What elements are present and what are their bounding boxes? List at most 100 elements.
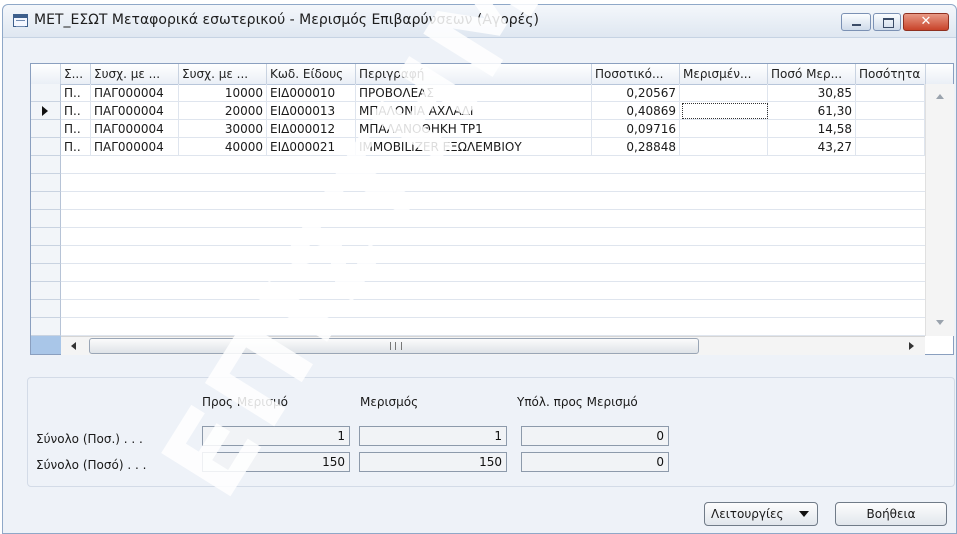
row-selector[interactable]	[31, 174, 61, 192]
type-cell[interactable]: Π..	[61, 84, 91, 102]
allocated-amount-cell[interactable]: 14,58	[768, 120, 856, 138]
row-selector[interactable]	[31, 300, 61, 318]
total-quantity-remaining: 0	[521, 426, 669, 446]
table-row[interactable]: Π.. ΠΑΓ000004 30000 ΕΙΔ000012 ΜΠΑΛΑΝΟΘΗΚ…	[61, 120, 925, 138]
column-header[interactable]: Κωδ. Είδους	[267, 64, 356, 84]
row-selector-column	[31, 84, 61, 336]
row-selector[interactable]	[31, 120, 61, 138]
scroll-up-icon[interactable]	[936, 94, 944, 99]
allocation-window: ΜΕΤ_ΕΣΩΤ Μεταφορικά εσωτερικού - Μερισμό…	[2, 4, 957, 534]
quantity-ratio-cell[interactable]: 0,20567	[592, 84, 680, 102]
form-icon	[13, 14, 28, 27]
line-no-cell[interactable]: 40000	[179, 138, 267, 156]
focused-cell-outline	[682, 103, 768, 119]
document-no-cell[interactable]: ΠΑΓ000004	[91, 102, 179, 120]
row-selector[interactable]	[31, 264, 61, 282]
allocated-amount-cell[interactable]: 43,27	[768, 138, 856, 156]
total-quantity-to-allocate: 1	[202, 426, 350, 446]
description-cell[interactable]: ΜΠΑΛΑΝΟΘΗΚΗ ΤΡ1	[356, 120, 592, 138]
empty-row[interactable]	[61, 318, 925, 336]
title-bar[interactable]: ΜΕΤ_ΕΣΩΤ Μεταφορικά εσωτερικού - Μερισμό…	[3, 5, 956, 38]
scroll-down-icon[interactable]	[936, 320, 944, 325]
empty-row[interactable]	[61, 282, 925, 300]
item-code-cell[interactable]: ΕΙΔ000010	[267, 84, 356, 102]
line-no-cell[interactable]: 10000	[179, 84, 267, 102]
item-code-cell[interactable]: ΕΙΔ000012	[267, 120, 356, 138]
horizontal-scrollbar[interactable]	[61, 336, 925, 355]
total-amount-allocated: 150	[359, 452, 507, 472]
quantity-ratio-cell[interactable]: 0,28848	[592, 138, 680, 156]
column-header[interactable]: Ποσοτικό...	[592, 64, 680, 84]
row-selector[interactable]	[31, 84, 61, 102]
window-title: ΜΕΤ_ΕΣΩΤ Μεταφορικά εσωτερικού - Μερισμό…	[34, 12, 539, 28]
type-cell[interactable]: Π..	[61, 138, 91, 156]
close-button[interactable]: ✕	[903, 13, 949, 31]
document-no-cell[interactable]: ΠΑΓ000004	[91, 138, 179, 156]
empty-row[interactable]	[61, 192, 925, 210]
quantity-cell[interactable]	[856, 120, 925, 138]
row-selector[interactable]	[31, 102, 61, 120]
column-header[interactable]: Συσχ. με ...	[179, 64, 267, 84]
allocated-amount-cell[interactable]: 61,30	[768, 102, 856, 120]
empty-row[interactable]	[61, 264, 925, 282]
allocated-amount-cell[interactable]: 30,85	[768, 84, 856, 102]
document-no-cell[interactable]: ΠΑΓ000004	[91, 84, 179, 102]
column-header[interactable]: Ποσό Μερ...	[768, 64, 856, 84]
minimize-button[interactable]	[841, 13, 871, 31]
allocation-header: Μερισμός	[360, 395, 419, 409]
column-header[interactable]: Σ...	[61, 64, 91, 84]
current-row-arrow-icon	[42, 106, 48, 116]
row-selector[interactable]	[31, 156, 61, 174]
vertical-scrollbar[interactable]	[925, 84, 954, 336]
empty-row[interactable]	[61, 156, 925, 174]
column-header[interactable]: Συσχ. με ...	[91, 64, 179, 84]
functions-button-label: Λειτουργίες	[711, 507, 784, 521]
type-cell[interactable]: Π..	[61, 102, 91, 120]
table-row[interactable]: Π.. ΠΑΓ000004 10000 ΕΙΔ000010 ΠΡΟΒΟΛΕΑΣ …	[61, 84, 925, 102]
quantity-ratio-cell[interactable]: 0,09716	[592, 120, 680, 138]
document-no-cell[interactable]: ΠΑΓ000004	[91, 120, 179, 138]
row-selector[interactable]	[31, 138, 61, 156]
row-selector[interactable]	[31, 210, 61, 228]
quantity-cell[interactable]	[856, 84, 925, 102]
total-quantity-label: Σύνολο (Ποσ.) . . .	[36, 432, 143, 446]
row-selector[interactable]	[31, 282, 61, 300]
row-selector[interactable]	[31, 318, 61, 336]
table-row[interactable]: Π.. ΠΑΓ000004 20000 ΕΙΔ000013 ΜΠΑΛΟΝΙΑ Α…	[61, 102, 925, 120]
row-selector[interactable]	[31, 192, 61, 210]
maximize-button[interactable]	[873, 13, 901, 31]
row-selector[interactable]	[31, 228, 61, 246]
line-no-cell[interactable]: 20000	[179, 102, 267, 120]
column-header[interactable]: Μερισμέν...	[680, 64, 768, 84]
dropdown-arrow-icon	[799, 511, 809, 517]
grid-header: Σ... Συσχ. με ... Συσχ. με ... Κωδ. Είδο…	[31, 64, 953, 85]
allocated-cell[interactable]	[680, 138, 768, 156]
empty-row[interactable]	[61, 246, 925, 264]
empty-row[interactable]	[61, 174, 925, 192]
scroll-thumb[interactable]	[89, 338, 699, 354]
column-header[interactable]: Περιγραφή	[356, 64, 592, 84]
functions-menu-button[interactable]: Λειτουργίες	[704, 502, 818, 526]
type-cell[interactable]: Π..	[61, 120, 91, 138]
item-code-cell[interactable]: ΕΙΔ000013	[267, 102, 356, 120]
description-cell[interactable]: ΠΡΟΒΟΛΕΑΣ	[356, 84, 592, 102]
quantity-cell[interactable]	[856, 102, 925, 120]
row-selector[interactable]	[31, 246, 61, 264]
help-button[interactable]: Βοήθεια	[835, 502, 947, 526]
table-row[interactable]: Π.. ΠΑΓ000004 40000 ΕΙΔ000021 IMMOBILIZE…	[61, 138, 925, 156]
description-cell[interactable]: ΜΠΑΛΟΝΙΑ ΑΧΛΑΔΙ	[356, 102, 592, 120]
scroll-left-icon[interactable]	[71, 342, 76, 350]
quantity-ratio-cell[interactable]: 0,40869	[592, 102, 680, 120]
column-header[interactable]: Ποσότητα	[856, 64, 926, 84]
to-allocate-header: Προς Μερισμό	[202, 395, 288, 409]
description-cell[interactable]: IMMOBILIZER ΕΞΩΛΕΜΒΙΟΥ	[356, 138, 592, 156]
allocated-cell[interactable]	[680, 120, 768, 138]
empty-row[interactable]	[61, 228, 925, 246]
line-no-cell[interactable]: 30000	[179, 120, 267, 138]
empty-row[interactable]	[61, 210, 925, 228]
empty-row[interactable]	[61, 300, 925, 318]
allocated-cell[interactable]	[680, 84, 768, 102]
item-code-cell[interactable]: ΕΙΔ000021	[267, 138, 356, 156]
scroll-right-icon[interactable]	[909, 342, 914, 350]
quantity-cell[interactable]	[856, 138, 925, 156]
